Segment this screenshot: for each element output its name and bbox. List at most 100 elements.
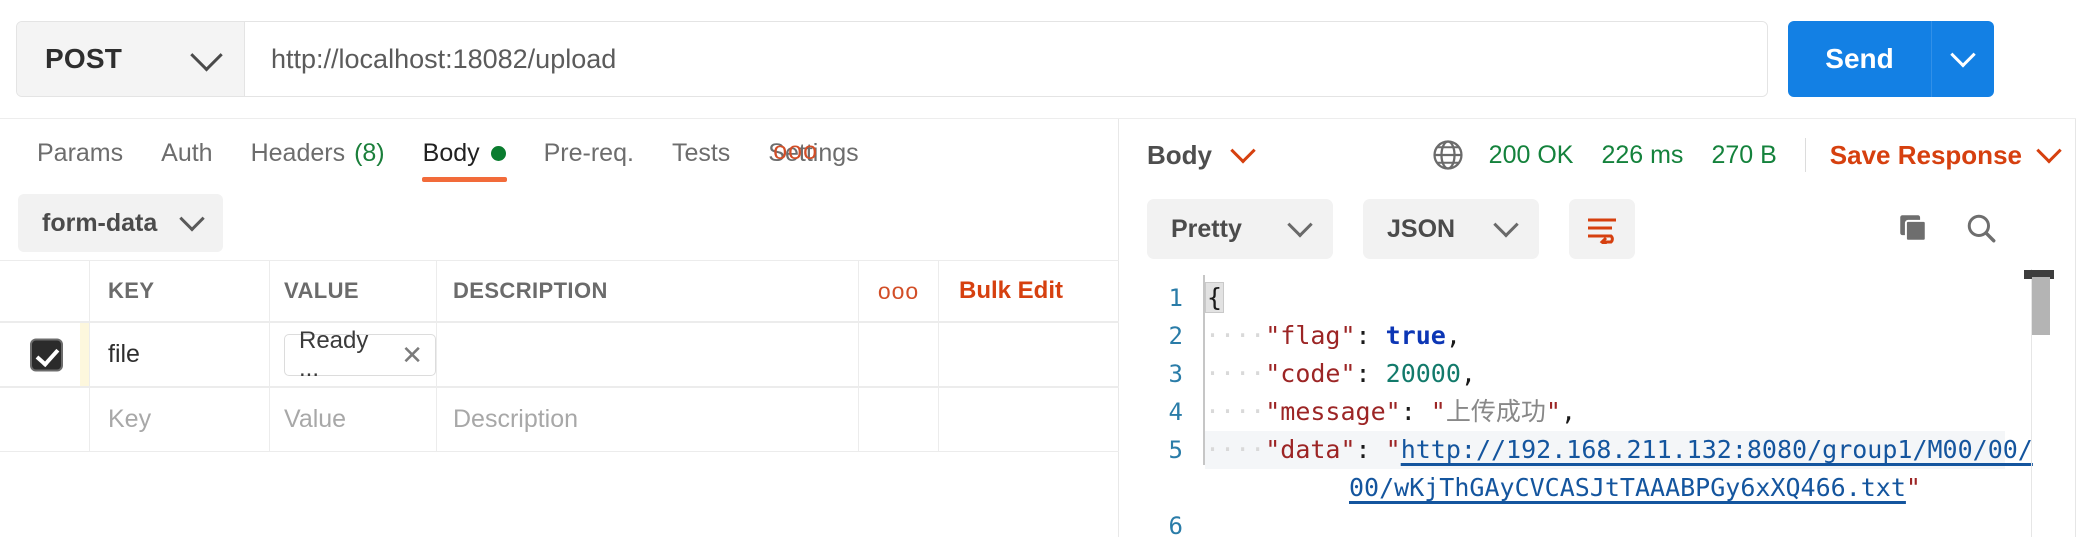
code-key: "data" bbox=[1265, 435, 1356, 464]
code-number-value: 20000 bbox=[1385, 359, 1461, 388]
word-wrap-button[interactable] bbox=[1569, 199, 1635, 259]
tab-tests[interactable]: Tests bbox=[653, 119, 749, 188]
copy-button[interactable] bbox=[1896, 211, 1930, 245]
close-icon[interactable]: ✕ bbox=[401, 342, 423, 368]
code-line-wrapped: 00/wKjThGAyCVCASJtTAAABPGy6xXQ466.txt" bbox=[1205, 469, 2005, 507]
line-number: 5 bbox=[1168, 436, 1183, 464]
code-lines: { ····"flag": true, ····"code": 20000, ·… bbox=[1205, 279, 2033, 537]
request-tabs-more-button[interactable]: ooo bbox=[773, 137, 818, 166]
response-section-label: Body bbox=[1147, 139, 1212, 170]
response-header: Body 200 OK 226 ms 270 B Save Response bbox=[1119, 119, 2076, 191]
code-line: ····"data": "http://192.168.211.132:8080… bbox=[1205, 431, 2033, 469]
row-key-cell[interactable]: file bbox=[90, 323, 270, 386]
code-indent: ···· bbox=[1205, 321, 1266, 350]
response-language-label: JSON bbox=[1387, 214, 1456, 243]
tab-pre-request-label: Pre-req. bbox=[543, 139, 634, 167]
response-toolbar: Pretty JSON bbox=[1119, 191, 2076, 269]
code-comma: , bbox=[1445, 321, 1461, 350]
header-key-label: KEY bbox=[108, 278, 155, 303]
tab-auth[interactable]: Auth bbox=[142, 119, 231, 188]
line-number: 1 bbox=[1168, 284, 1183, 312]
tab-params-label: Params bbox=[37, 139, 124, 167]
code-link-value[interactable]: http://192.168.211.132:8080/group1/M00/0… bbox=[1401, 435, 2033, 464]
row-description-cell[interactable] bbox=[437, 323, 859, 386]
file-chip-name: Ready ... bbox=[299, 326, 369, 382]
code-line: ····"message": "上传成功", bbox=[1205, 393, 2005, 431]
code-comma: , bbox=[1460, 359, 1476, 388]
send-button[interactable]: Send bbox=[1788, 21, 1931, 97]
response-body-code[interactable]: 1 2 3 4 5 6 { ····"flag": true, ····"cod… bbox=[1119, 269, 2076, 537]
line-number: 3 bbox=[1168, 360, 1183, 388]
tab-body-label: Body bbox=[422, 139, 480, 167]
bulk-edit-button[interactable]: Bulk Edit bbox=[939, 261, 1119, 321]
chevron-down-icon bbox=[1950, 42, 1976, 68]
active-tab-underline bbox=[421, 177, 507, 182]
header-cell-check bbox=[0, 261, 90, 321]
tab-tests-label: Tests bbox=[671, 139, 731, 167]
tab-body[interactable]: Body bbox=[404, 119, 525, 188]
code-scrollbar-thumb[interactable] bbox=[2032, 277, 2050, 335]
new-row-description-placeholder: Description bbox=[453, 405, 579, 433]
code-line: { bbox=[1205, 279, 2005, 317]
line-number: 4 bbox=[1168, 398, 1183, 426]
chevron-down-icon bbox=[190, 38, 223, 72]
new-row-description-input[interactable]: Description bbox=[437, 388, 859, 451]
word-wrap-icon bbox=[1588, 218, 1616, 244]
response-size: 270 B bbox=[1711, 140, 1777, 169]
method-url-group: POST http://localhost:18082/upload bbox=[16, 21, 1768, 97]
code-indent: ···· bbox=[1205, 397, 1266, 426]
tab-auth-label: Auth bbox=[161, 139, 213, 167]
send-button-label: Send bbox=[1825, 43, 1894, 74]
file-value-chip[interactable]: Ready ... ✕ bbox=[284, 327, 436, 382]
send-button-group: Send bbox=[1788, 21, 1994, 97]
chevron-down-icon bbox=[1493, 212, 1519, 238]
code-indent: ···· bbox=[1205, 435, 1266, 464]
row-bulk-cell bbox=[939, 323, 1119, 386]
line-number: 6 bbox=[1168, 512, 1183, 537]
code-brace-open[interactable]: { bbox=[1205, 282, 1225, 313]
request-url-value: http://localhost:18082/upload bbox=[271, 43, 617, 74]
table-more-button[interactable]: ooo bbox=[859, 261, 939, 321]
line-number: 2 bbox=[1168, 322, 1183, 350]
header-cell-value: VALUE bbox=[270, 261, 437, 321]
http-method-label: POST bbox=[45, 43, 123, 74]
form-data-table-header: KEY VALUE DESCRIPTION ooo Bulk Edit bbox=[0, 260, 1119, 322]
chevron-down-icon bbox=[1287, 212, 1313, 238]
code-line-numbers: 1 2 3 4 5 6 bbox=[1119, 269, 1197, 537]
new-row-more-cell bbox=[859, 388, 939, 451]
request-url-bar: POST http://localhost:18082/upload Send bbox=[0, 0, 2076, 119]
row-enabled-checkbox[interactable] bbox=[30, 338, 63, 371]
row-value-cell[interactable]: Ready ... ✕ bbox=[270, 323, 437, 386]
save-response-button[interactable]: Save Response bbox=[1830, 138, 2062, 171]
tab-params[interactable]: Params bbox=[18, 119, 142, 188]
response-section-select[interactable]: Body bbox=[1147, 138, 1256, 171]
code-comma: , bbox=[1560, 397, 1576, 426]
response-language-select[interactable]: JSON bbox=[1363, 199, 1539, 259]
chevron-down-icon bbox=[2036, 138, 2062, 164]
new-row-value-input[interactable]: Value bbox=[270, 388, 437, 451]
request-url-input[interactable]: http://localhost:18082/upload bbox=[245, 22, 1767, 96]
header-cell-description: DESCRIPTION bbox=[437, 261, 859, 321]
tab-pre-request[interactable]: Pre-req. bbox=[525, 119, 653, 188]
chevron-down-icon bbox=[1230, 138, 1256, 164]
search-button[interactable] bbox=[1964, 211, 1998, 245]
body-mode-label: form-data bbox=[42, 208, 158, 237]
new-row-value-placeholder: Value bbox=[284, 405, 347, 433]
code-sep: : bbox=[1355, 321, 1386, 350]
bulk-edit-label: Bulk Edit bbox=[959, 277, 1064, 304]
body-mode-select[interactable]: form-data bbox=[18, 194, 224, 252]
code-string-value: 上传成功 bbox=[1445, 397, 1546, 426]
table-row: file Ready ... ✕ bbox=[0, 322, 1119, 387]
response-format-select[interactable]: Pretty bbox=[1147, 199, 1333, 259]
tab-headers[interactable]: Headers (8) bbox=[232, 119, 404, 188]
meta-divider bbox=[1804, 138, 1806, 172]
tab-headers-count: (8) bbox=[354, 139, 385, 167]
new-row-key-placeholder: Key bbox=[108, 405, 152, 433]
code-quote-close: " bbox=[1545, 397, 1561, 426]
header-description-label: DESCRIPTION bbox=[453, 278, 608, 303]
send-options-button[interactable] bbox=[1931, 21, 1994, 97]
tab-headers-label: Headers bbox=[250, 139, 346, 167]
new-row-key-input[interactable]: Key bbox=[90, 388, 270, 451]
code-link-value-continued[interactable]: 00/wKjThGAyCVCASJtTAAABPGy6xXQ466.txt bbox=[1349, 473, 1906, 502]
http-method-select[interactable]: POST bbox=[17, 22, 245, 96]
